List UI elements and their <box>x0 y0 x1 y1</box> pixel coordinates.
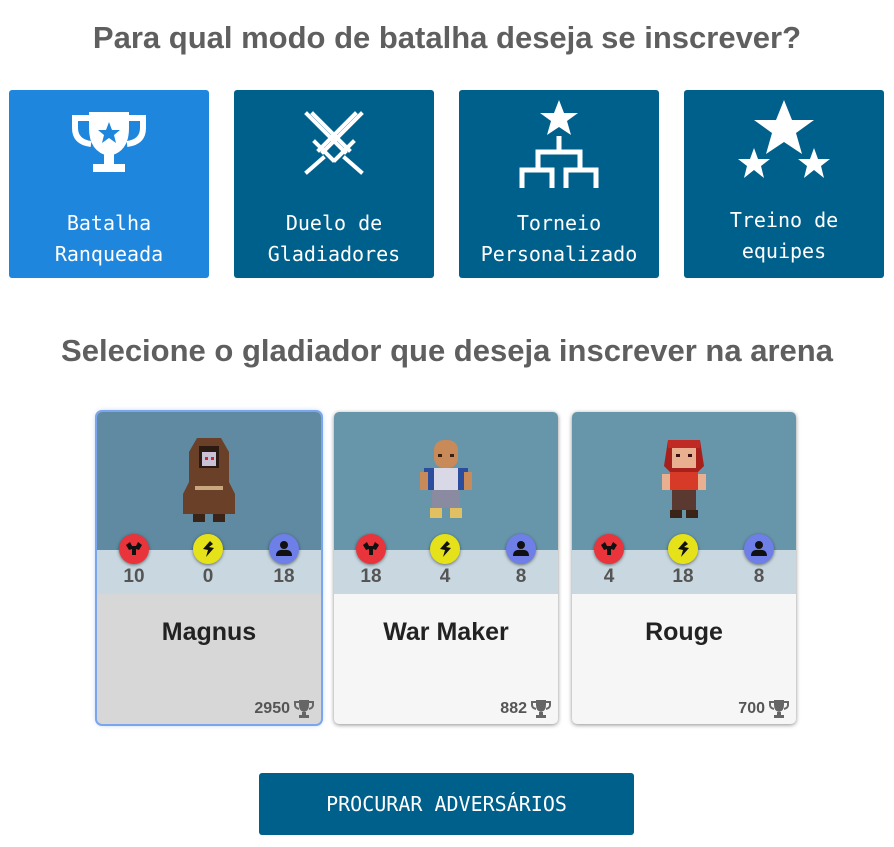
mode-question-title: Para qual modo de batalha deseja se insc… <box>92 20 802 55</box>
agility-value: 18 <box>672 566 694 587</box>
trophy-icon <box>531 700 551 718</box>
gladiator-stats-bar: 4 18 8 <box>572 534 796 594</box>
gladiator-rank: 882 <box>500 698 552 720</box>
intelligence-value: 8 <box>753 566 765 587</box>
gladiator-name: Rouge <box>645 618 723 646</box>
strength-icon <box>119 534 149 564</box>
tournament-bracket-icon <box>519 100 599 188</box>
agility-icon <box>430 534 460 564</box>
mode-label-line1: Duelo de <box>285 211 383 235</box>
mode-label-line1: Torneio <box>516 211 602 235</box>
mode-label-line1: Batalha <box>66 211 152 235</box>
mode-gladiator-duel-button[interactable]: Duelo de Gladiadores <box>234 90 434 278</box>
gladiator-avatar-area <box>572 412 796 550</box>
gladiator-card-rouge[interactable]: 4 18 8 Rouge 700 <box>572 412 796 724</box>
mode-custom-tournament-button[interactable]: Torneio Personalizado <box>459 90 659 278</box>
gladiator-avatar-area <box>334 412 558 550</box>
trophy-icon <box>769 700 789 718</box>
strength-value: 4 <box>603 566 615 587</box>
gladiator-rank: 2950 <box>254 698 315 720</box>
gladiator-card-magnus[interactable]: 10 0 18 Magnus 2950 <box>97 412 321 724</box>
intelligence-value: 8 <box>515 566 527 587</box>
gladiator-stats-bar: 18 4 8 <box>334 534 558 594</box>
intelligence-value: 18 <box>273 566 295 587</box>
strength-icon <box>594 534 624 564</box>
rank-points: 700 <box>738 700 765 717</box>
gladiator-avatar-area <box>97 412 321 550</box>
agility-icon <box>193 534 223 564</box>
mode-label-line2: equipes <box>741 239 827 263</box>
mode-label-line2: Personalizado <box>480 242 638 266</box>
gladiator-rank: 700 <box>738 698 790 720</box>
mode-ranked-battle-button[interactable]: Batalha Ranqueada <box>9 90 209 278</box>
gladiator-name: War Maker <box>383 618 509 646</box>
intelligence-icon <box>269 534 299 564</box>
agility-value: 0 <box>202 566 214 587</box>
strength-value: 18 <box>360 566 382 587</box>
mode-label-line2: Ranqueada <box>54 242 164 266</box>
intelligence-icon <box>506 534 536 564</box>
search-opponents-button[interactable]: PROCURAR ADVERSÁRIOS <box>259 773 634 835</box>
intelligence-icon <box>744 534 774 564</box>
gladiator-name: Magnus <box>161 618 257 646</box>
mode-label-line1: Treino de <box>729 208 839 232</box>
mode-label-line2: Gladiadores <box>267 242 401 266</box>
stars-icon <box>738 100 830 178</box>
gladiator-card-war-maker[interactable]: 18 4 8 War Maker 882 <box>334 412 558 724</box>
trophy-icon <box>72 112 146 172</box>
gladiator-section-title: Selecione o gladiador que deseja inscrev… <box>61 333 833 368</box>
strength-value: 10 <box>123 566 145 587</box>
agility-value: 4 <box>439 566 451 587</box>
gladiator-stats-bar: 10 0 18 <box>97 534 321 594</box>
agility-icon <box>668 534 698 564</box>
hooded-monk-sprite <box>183 438 235 522</box>
rank-points: 882 <box>500 700 527 717</box>
crossed-swords-icon <box>304 111 364 175</box>
bald-warrior-sprite <box>420 440 472 518</box>
red-haired-fighter-sprite <box>662 440 706 518</box>
mode-team-training-button[interactable]: Treino de equipes <box>684 90 884 278</box>
strength-icon <box>356 534 386 564</box>
trophy-icon <box>294 700 314 718</box>
rank-points: 2950 <box>254 700 290 717</box>
